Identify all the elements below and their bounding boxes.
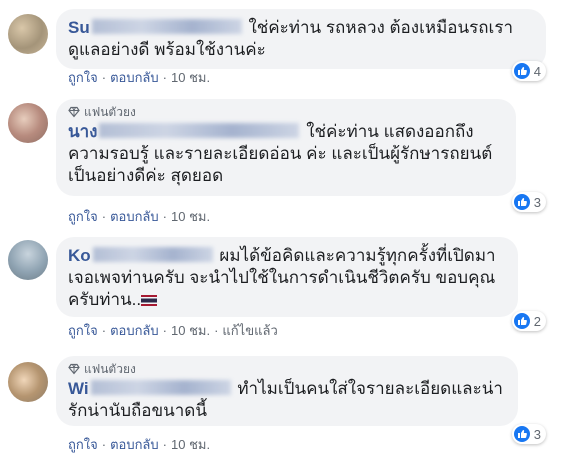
reaction-count[interactable]: 2 bbox=[511, 311, 546, 331]
comment-bubble: แฟนตัวยง Wi ทำไมเป็นคนใส่ใจรายละเอียดและ… bbox=[56, 356, 518, 426]
commenter-name[interactable]: นาง bbox=[68, 122, 301, 141]
blurred-name bbox=[90, 380, 231, 395]
reply-link[interactable]: ตอบกลับ bbox=[110, 206, 159, 227]
avatar[interactable] bbox=[8, 103, 48, 143]
thumbs-up-icon bbox=[513, 63, 530, 79]
comment-bubble: แฟนตัวยง นาง ใช่ค่ะท่าน แสดงออกถึงความรอ… bbox=[56, 99, 516, 196]
timestamp[interactable]: 10 ชม. bbox=[171, 206, 210, 227]
reaction-number: 3 bbox=[533, 426, 541, 442]
like-link[interactable]: ถูกใจ bbox=[68, 67, 98, 88]
like-link[interactable]: ถูกใจ bbox=[68, 434, 98, 455]
badge-label: แฟนตัวยง bbox=[84, 105, 136, 119]
reaction-number: 4 bbox=[533, 63, 541, 79]
like-link[interactable]: ถูกใจ bbox=[68, 206, 98, 227]
comment-bubble: Ko ผมได้ข้อคิดและความรู้ทุกครั้งที่เปิดม… bbox=[56, 237, 518, 317]
diamond-icon bbox=[68, 363, 80, 375]
thumbs-up-icon bbox=[513, 313, 530, 329]
commenter-name[interactable]: Wi bbox=[68, 379, 233, 398]
avatar[interactable] bbox=[8, 362, 48, 402]
commenter-name[interactable]: Su bbox=[68, 18, 244, 37]
edited-label[interactable]: แก้ไขแล้ว bbox=[222, 320, 277, 341]
timestamp[interactable]: 10 ชม. bbox=[171, 67, 210, 88]
timestamp[interactable]: 10 ชม. bbox=[171, 320, 210, 341]
comment-actions: ถูกใจ · ตอบกลับ · 10 ชม. bbox=[68, 67, 210, 88]
top-fan-badge[interactable]: แฟนตัวยง bbox=[68, 104, 504, 120]
badge-label: แฟนตัวยง bbox=[84, 362, 136, 376]
reply-link[interactable]: ตอบกลับ bbox=[110, 434, 159, 455]
comment-bubble: Su ใช่ค่ะท่าน รถหลวง ต้องเหมือนรถเรา ดูแ… bbox=[56, 9, 546, 69]
like-link[interactable]: ถูกใจ bbox=[68, 320, 98, 341]
thumbs-up-icon bbox=[513, 426, 530, 442]
thailand-flag-icon bbox=[141, 295, 158, 306]
comment-actions: ถูกใจ · ตอบกลับ · 10 ชม. bbox=[68, 206, 210, 227]
comment-actions: ถูกใจ · ตอบกลับ · 10 ชม. · แก้ไขแล้ว bbox=[68, 320, 278, 341]
avatar[interactable] bbox=[8, 240, 48, 280]
reply-link[interactable]: ตอบกลับ bbox=[110, 67, 159, 88]
blurred-name bbox=[91, 19, 242, 34]
timestamp[interactable]: 10 ชม. bbox=[171, 434, 210, 455]
diamond-icon bbox=[68, 106, 80, 118]
blurred-name bbox=[92, 247, 213, 262]
commenter-name[interactable]: Ko bbox=[68, 246, 215, 265]
reaction-count[interactable]: 4 bbox=[511, 61, 546, 81]
thumbs-up-icon bbox=[513, 194, 530, 210]
avatar[interactable] bbox=[8, 14, 48, 54]
reply-link[interactable]: ตอบกลับ bbox=[110, 320, 159, 341]
reaction-count[interactable]: 3 bbox=[511, 192, 546, 212]
reaction-count[interactable]: 3 bbox=[511, 424, 546, 444]
blurred-name bbox=[99, 123, 300, 138]
reaction-number: 2 bbox=[533, 313, 541, 329]
comment-actions: ถูกใจ · ตอบกลับ · 10 ชม. bbox=[68, 434, 210, 455]
top-fan-badge[interactable]: แฟนตัวยง bbox=[68, 361, 506, 377]
reaction-number: 3 bbox=[533, 194, 541, 210]
